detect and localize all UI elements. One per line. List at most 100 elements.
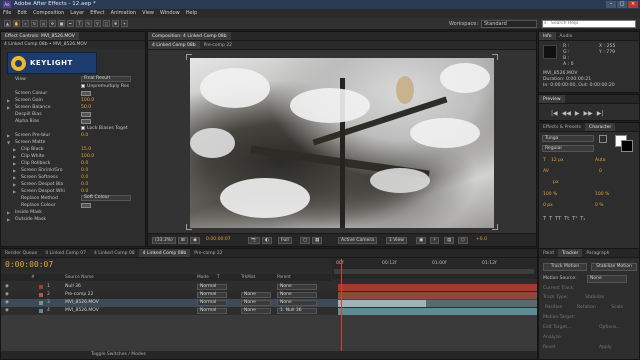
first-frame-icon[interactable]: |◀ (551, 110, 558, 117)
stabilize-motion-button[interactable]: Stabilize Motion (591, 263, 637, 271)
reset-button[interactable]: Reset (543, 345, 556, 350)
timeline-layer-row-selected[interactable]: ◉ 3 MVI_8526.MOV Normal None None (1, 299, 537, 307)
timeline-layer-row[interactable]: ◉ 4 MVI_8526.MOV Normal None 1. Null 36 (1, 307, 537, 315)
scale-checkbox[interactable]: Scale (611, 305, 623, 310)
screen-shrink-value[interactable]: 0.0 (81, 167, 88, 174)
subtab-precomp[interactable]: Pre-comp 22 (200, 41, 236, 49)
horizontal-scale-value[interactable]: 100 % (595, 192, 609, 197)
all-caps-icon[interactable]: TT (555, 216, 561, 222)
baseline-shift-value[interactable]: 0 px (543, 203, 553, 208)
eyedropper-icon[interactable] (599, 135, 607, 143)
faux-bold-icon[interactable]: T (543, 216, 546, 222)
stroke-width-value[interactable]: px (553, 180, 559, 185)
screen-softness-value[interactable]: 0.0 (81, 174, 88, 181)
rectangle-tool-icon[interactable]: ■ (58, 20, 65, 27)
faux-italic-icon[interactable]: T (549, 216, 552, 222)
brush-tool-icon[interactable]: ✎ (85, 20, 92, 27)
timeline-timecode[interactable]: 0:00:00:07 (5, 260, 53, 269)
font-style-select[interactable]: Regular (542, 145, 594, 152)
vertical-scale-value[interactable]: 100 % (543, 192, 557, 197)
tab-composition[interactable]: Composition: 4 Linked Comp 08b (148, 32, 231, 40)
resolution-select[interactable]: Full (278, 237, 292, 244)
position-checkbox[interactable]: Position (545, 305, 563, 310)
options-button[interactable]: Options... (599, 325, 621, 330)
menu-edit[interactable]: Edit (17, 9, 27, 18)
despot-white-value[interactable]: 0.0 (81, 188, 88, 195)
visibility-eye-icon[interactable]: ◉ (5, 291, 9, 299)
subscript-icon[interactable]: T₁ (580, 216, 585, 222)
puppet-tool-icon[interactable]: ✦ (121, 20, 128, 27)
tsume-value[interactable]: 0 % (595, 203, 604, 208)
visibility-eye-icon[interactable]: ◉ (5, 307, 9, 315)
track-motion-button[interactable]: Track Motion (543, 263, 587, 271)
stroke-color-swatch[interactable] (621, 140, 633, 152)
toggle-switches-modes[interactable]: Toggle Switches / Modes (91, 352, 146, 357)
tab-paragraph[interactable]: Paragraph (582, 249, 613, 257)
edit-target-button[interactable]: Edit Target... (543, 325, 571, 330)
show-channel-icon[interactable]: ◐ (262, 237, 272, 244)
tab-info[interactable]: Info (539, 32, 556, 40)
menu-view[interactable]: View (142, 9, 154, 18)
tab-linked-comp-08b[interactable]: 4 Linked Comp 08b (138, 249, 191, 257)
view-select[interactable]: Final Result (81, 76, 131, 82)
zoom-select[interactable]: (33.3%) (152, 237, 176, 244)
tab-paint[interactable]: Paint (539, 249, 558, 257)
search-help-input[interactable]: ⌕ Search Help (542, 20, 636, 28)
clip-white-value[interactable]: 100.0 (81, 153, 94, 160)
toggle-pixel-icon[interactable]: ▣ (416, 237, 427, 244)
eraser-tool-icon[interactable]: ◻ (103, 20, 110, 27)
tab-linked-comp-08[interactable]: 4 Linked Comp 08 (90, 249, 139, 257)
snapshot-icon[interactable]: ◉ (190, 237, 200, 244)
motion-source-select[interactable]: None (587, 275, 627, 283)
current-time[interactable]: 0:00:00:07 (204, 237, 233, 244)
screen-balance-value[interactable]: 50.0 (81, 104, 91, 111)
footage-frame[interactable] (190, 58, 494, 228)
superscript-icon[interactable]: T¹ (572, 216, 577, 222)
exposure-value[interactable]: +0.0 (474, 237, 489, 244)
tab-linked-comp-07[interactable]: 4 Linked Comp 07 (41, 249, 90, 257)
visibility-eye-icon[interactable]: ◉ (5, 299, 9, 307)
tab-tracker[interactable]: Tracker (558, 249, 583, 257)
camera-tool-icon[interactable]: ◎ (40, 20, 47, 27)
tracking-value[interactable]: 0 (599, 169, 602, 174)
minimize-icon[interactable]: – (606, 1, 616, 8)
tab-audio[interactable]: Audio (556, 32, 577, 40)
leading-value[interactable]: Auto (595, 158, 605, 163)
tab-effect-controls[interactable]: Effect Controls: MVI_8526.MOV (1, 32, 79, 40)
unpremultiply-checkbox[interactable] (81, 83, 85, 88)
menu-composition[interactable]: Composition (33, 9, 64, 18)
clone-tool-icon[interactable]: ⚲ (94, 20, 101, 27)
screen-colour-swatch[interactable] (81, 91, 91, 96)
last-frame-icon[interactable]: ▶| (597, 110, 604, 117)
flowchart-icon[interactable]: ⬡ (458, 237, 468, 244)
next-frame-icon[interactable]: ▶▶ (584, 110, 593, 117)
workspace-select[interactable]: Standard (481, 20, 537, 28)
type-tool-icon[interactable]: T (76, 20, 83, 27)
tab-precomp-22[interactable]: Pre-comp 22 (190, 249, 226, 257)
play-icon[interactable]: ▶ (575, 110, 580, 117)
pen-tool-icon[interactable]: ✒ (67, 20, 74, 27)
menu-window[interactable]: Window (160, 9, 180, 18)
timeline-icon[interactable]: ▤ (444, 237, 455, 244)
clip-rollback-value[interactable]: 0.0 (81, 160, 88, 167)
timeline-layer-row[interactable]: ◉ 2 Pre-comp 22 Normal None None (1, 291, 537, 299)
roto-brush-tool-icon[interactable]: ✱ (112, 20, 119, 27)
clip-black-value[interactable]: 15.0 (81, 146, 91, 153)
tab-effects-presets[interactable]: Effects & Presets (539, 123, 585, 131)
font-family-select[interactable]: Tunga (542, 135, 594, 142)
tab-render-queue[interactable]: Render Queue (1, 249, 41, 257)
tab-preview[interactable]: Preview (539, 95, 565, 103)
hand-tool-icon[interactable]: ✋ (13, 20, 20, 27)
lock-biases-checkbox[interactable] (81, 125, 85, 130)
maximize-icon[interactable]: □ (617, 1, 627, 8)
apply-button[interactable]: Apply (599, 345, 612, 350)
roi-icon[interactable]: ▢ (300, 237, 311, 244)
menu-effect[interactable]: Effect (90, 9, 104, 18)
work-area-bar[interactable] (334, 269, 534, 274)
menu-layer[interactable]: Layer (70, 9, 84, 18)
prev-frame-icon[interactable]: ◀◀ (562, 110, 571, 117)
composition-viewer[interactable] (148, 50, 536, 233)
track-type-select[interactable]: Stabilize (585, 295, 604, 300)
tab-character[interactable]: Character (585, 123, 616, 131)
transparency-grid-icon[interactable]: ▦ (312, 237, 323, 244)
